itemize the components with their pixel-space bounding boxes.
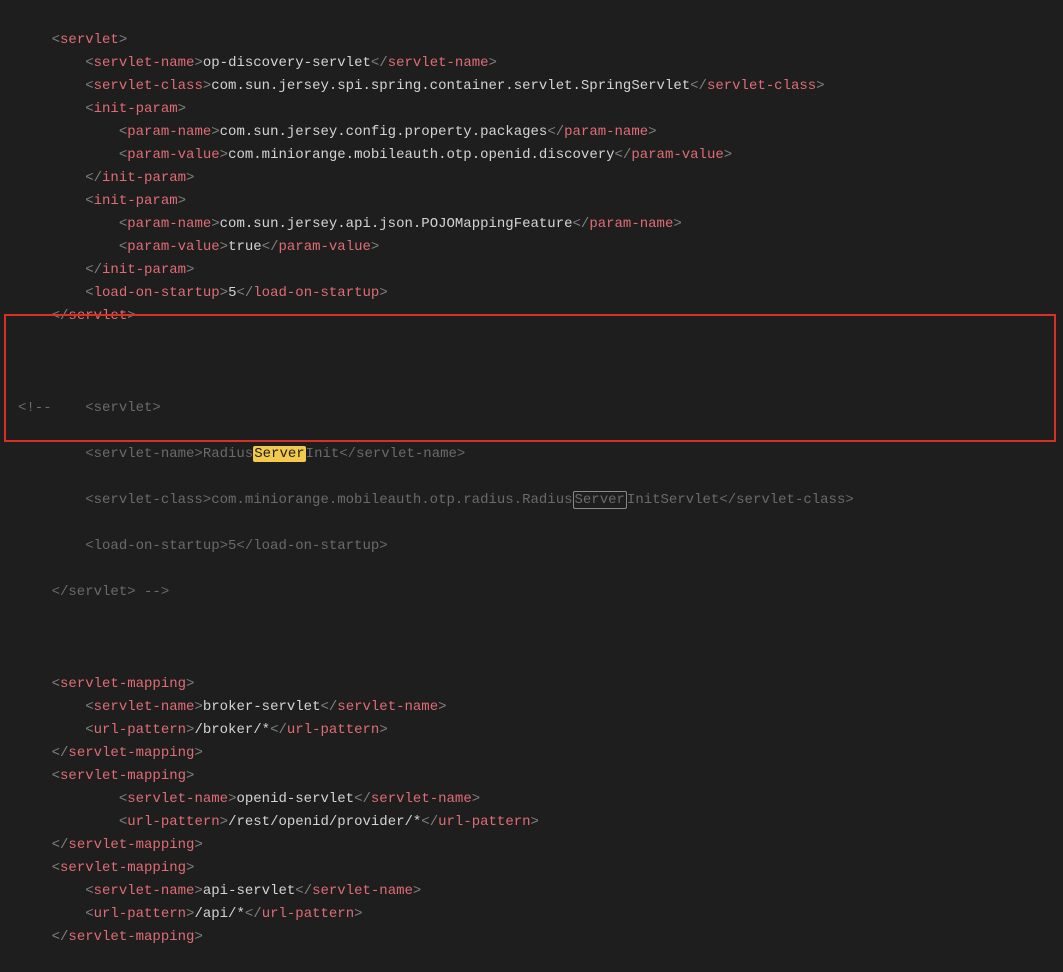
code-line: </init-param> bbox=[18, 167, 1063, 190]
code-line: <url-pattern>/rest/openid/provider/*</ur… bbox=[18, 811, 1063, 834]
code-line: <servlet-mapping> bbox=[18, 857, 1063, 880]
comment-line: <servlet-name>RadiusServerInit</servlet-… bbox=[18, 443, 1063, 466]
code-line: <url-pattern>/api/*</url-pattern> bbox=[18, 903, 1063, 926]
code-line: <load-on-startup>5</load-on-startup> bbox=[18, 282, 1063, 305]
code-line: <servlet-name>op-discovery-servlet</serv… bbox=[18, 52, 1063, 75]
comment-line: <load-on-startup>5</load-on-startup> bbox=[18, 535, 1063, 558]
comment-line: <servlet-class>com.miniorange.mobileauth… bbox=[18, 489, 1063, 512]
code-line: <servlet-class>com.sun.jersey.spi.spring… bbox=[18, 75, 1063, 98]
code-line: <url-pattern>/broker/*</url-pattern> bbox=[18, 719, 1063, 742]
comment-line: <!-- <servlet> bbox=[18, 397, 1063, 420]
code-line: <servlet-mapping> bbox=[18, 673, 1063, 696]
code-line: </servlet-mapping> bbox=[18, 926, 1063, 949]
search-match: Server bbox=[573, 491, 627, 509]
search-current-hit: Server bbox=[253, 446, 305, 462]
code-line: <param-name>com.sun.jersey.config.proper… bbox=[18, 121, 1063, 144]
code-line: <init-param> bbox=[18, 190, 1063, 213]
comment-line: </servlet> --> bbox=[18, 581, 1063, 604]
code-line: <servlet-name>api-servlet</servlet-name> bbox=[18, 880, 1063, 903]
code-line: </servlet-mapping> bbox=[18, 834, 1063, 857]
code-line: </servlet-mapping> bbox=[18, 742, 1063, 765]
code-line: </init-param> bbox=[18, 259, 1063, 282]
code-editor[interactable]: <servlet> <servlet-name>op-discovery-ser… bbox=[0, 0, 1063, 972]
code-line: <servlet> bbox=[18, 29, 1063, 52]
code-line: <param-value>true</param-value> bbox=[18, 236, 1063, 259]
code-line: <init-param> bbox=[18, 98, 1063, 121]
code-line: </servlet> bbox=[18, 305, 1063, 328]
code-line: <servlet-name>broker-servlet</servlet-na… bbox=[18, 696, 1063, 719]
code-line: <servlet-mapping> bbox=[18, 765, 1063, 788]
code-line: <servlet-name>openid-servlet</servlet-na… bbox=[18, 788, 1063, 811]
code-line: <param-name>com.sun.jersey.api.json.POJO… bbox=[18, 213, 1063, 236]
code-line: <param-value>com.miniorange.mobileauth.o… bbox=[18, 144, 1063, 167]
